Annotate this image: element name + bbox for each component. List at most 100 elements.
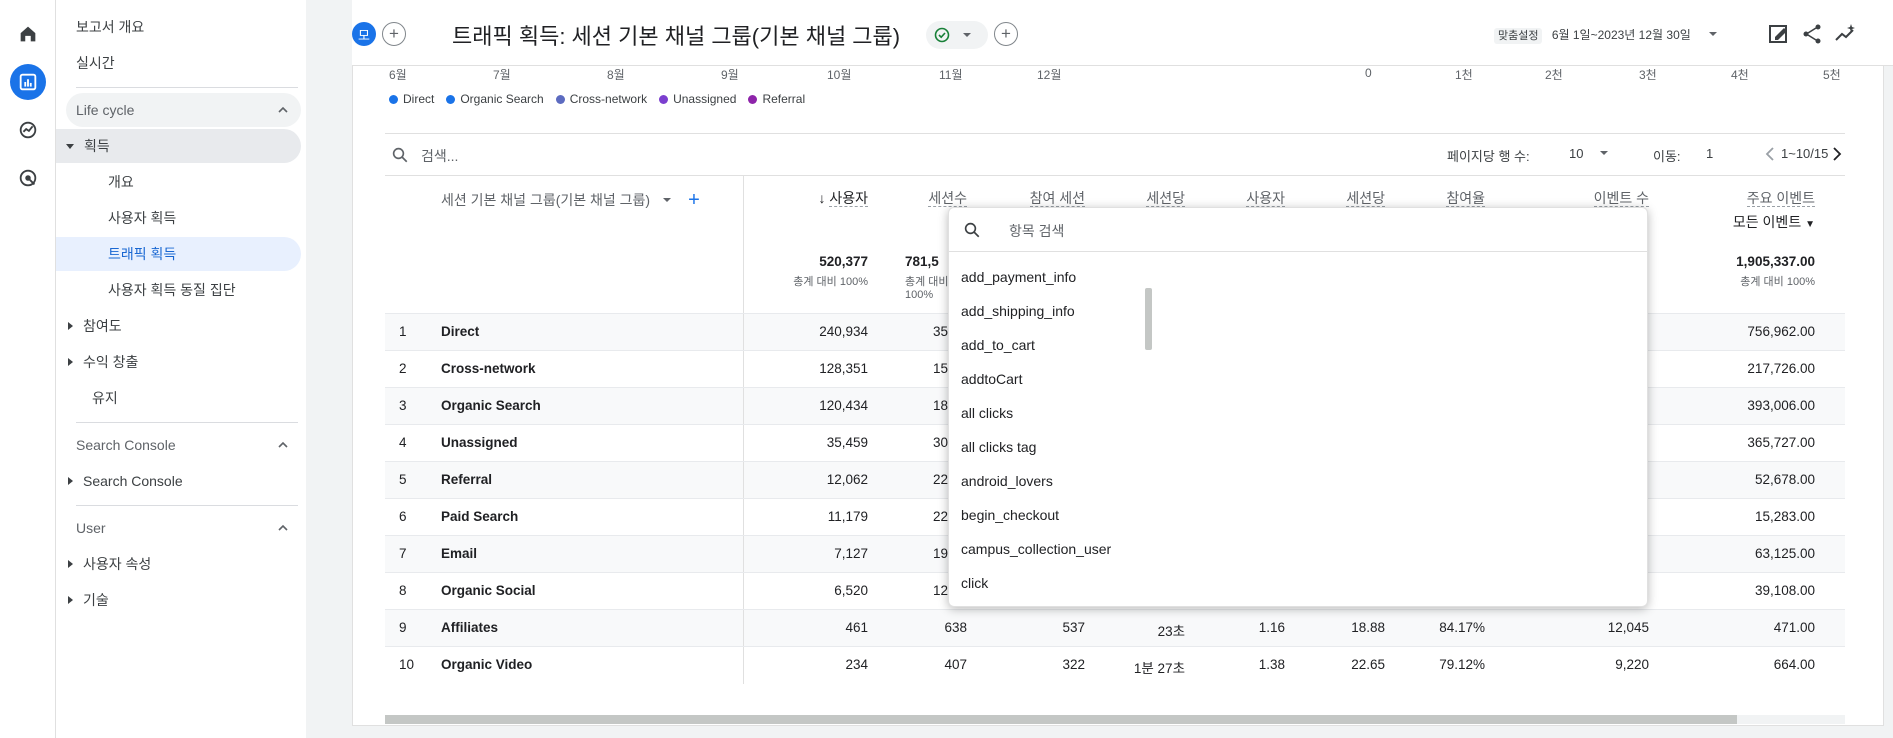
col-header-duration[interactable]: 세션당 — [1105, 188, 1185, 208]
nav-reports-overview[interactable]: 보고서 개요 — [56, 10, 301, 44]
legend-label: Organic Search — [460, 92, 544, 106]
col-header-engaged-sessions[interactable]: 참여 세션 — [985, 188, 1085, 208]
nav-traffic-acquisition[interactable]: 트래픽 획득 — [56, 237, 301, 271]
reports-icon[interactable] — [10, 64, 46, 100]
section-user[interactable]: User — [66, 511, 301, 545]
total-users: 520,377 총계 대비 100% — [780, 254, 868, 289]
dropdown-item[interactable]: campus_collection_user — [949, 532, 1647, 566]
nav-engagement[interactable]: 참여도 — [56, 309, 301, 343]
add-dimension-icon[interactable]: + — [688, 190, 700, 210]
horizontal-scrollbar[interactable] — [385, 715, 1845, 724]
table-search-input[interactable]: 검색... — [421, 146, 458, 166]
cell-users: 240,934 — [819, 324, 868, 339]
rows-per-page-label: 페이지당 행 수: — [1447, 149, 1530, 164]
rows-per-page-select[interactable]: 10 — [1569, 146, 1609, 161]
row-channel[interactable]: Cross-network — [441, 361, 536, 376]
status-dropdown[interactable] — [926, 21, 988, 49]
dropdown-item[interactable]: android_lovers — [949, 464, 1647, 498]
legend-label: Unassigned — [673, 92, 737, 106]
left-rail — [0, 0, 56, 738]
col-header-events-per-session[interactable]: 세션당 — [1305, 188, 1385, 208]
row-rank: 6 — [399, 509, 407, 524]
table-toolbar: 검색... 페이지당 행 수: 10 이동: 1 1~10/15 — [385, 134, 1845, 174]
nav-label: 수익 창출 — [83, 354, 139, 370]
dropdown-scrollbar[interactable] — [1145, 288, 1152, 350]
dropdown-search-input[interactable]: 항목 검색 — [1009, 221, 1064, 241]
col-header-event-count[interactable]: 이벤트 수 — [1545, 188, 1649, 208]
col-header-sessions[interactable]: 세션수 — [885, 188, 967, 208]
col-header-label: 세션당 — [1346, 190, 1385, 207]
nav-tech[interactable]: 기술 — [56, 583, 301, 617]
legend-item[interactable]: Direct — [389, 92, 434, 106]
dropdown-item[interactable]: add_payment_info — [949, 260, 1647, 294]
row-channel[interactable]: Referral — [441, 472, 492, 487]
share-icon[interactable] — [1800, 22, 1824, 46]
dropdown-item[interactable]: begin_checkout — [949, 498, 1647, 532]
caret-right-icon — [68, 560, 73, 568]
dropdown-item[interactable]: add_shipping_info — [949, 294, 1647, 328]
chevron-left-icon[interactable] — [1763, 146, 1779, 162]
nav-user-attributes[interactable]: 사용자 속성 — [56, 547, 301, 581]
row-channel[interactable]: Email — [441, 546, 477, 561]
date-range-picker[interactable]: 맞춤설정 6월 1일~2023년 12월 30일 — [1494, 26, 1718, 44]
row-channel[interactable]: Organic Social — [441, 583, 536, 598]
caret-down-icon — [663, 198, 672, 202]
table-row[interactable]: 10 Organic Video 234 407 322 1분 27초 1.38 22.65 7… — [385, 646, 1845, 684]
dropdown-item[interactable]: add_to_cart — [949, 328, 1647, 362]
row-channel[interactable]: Direct — [441, 324, 479, 339]
cell-users: 120,434 — [819, 398, 868, 413]
section-lifecycle[interactable]: Life cycle — [66, 93, 301, 127]
nav-acquisition[interactable]: 획득 — [56, 129, 301, 163]
col-header-engagement-rate[interactable]: 참여율 — [1405, 188, 1485, 208]
add-filter-button[interactable]: + — [994, 22, 1018, 46]
cell-spu: 1.38 — [1258, 657, 1285, 672]
col-header-key-events[interactable]: 주요 이벤트 모든 이벤트 ▼ — [1685, 188, 1815, 232]
comparison-avatar[interactable]: 모 — [352, 22, 376, 46]
goto-input[interactable]: 1 — [1706, 146, 1713, 161]
insights-icon[interactable] — [1833, 22, 1857, 46]
total-value: 1,905,337.00 — [1736, 254, 1815, 269]
divider — [743, 573, 744, 610]
advertising-icon[interactable] — [10, 160, 46, 196]
report-nav: 보고서 개요 실시간 Life cycle 획득 개요 사용자 획득 트래픽 획… — [56, 0, 306, 738]
scrollbar-thumb[interactable] — [385, 715, 1737, 724]
dropdown-item[interactable]: addtoCart — [949, 362, 1647, 396]
legend-dot — [446, 94, 456, 104]
row-channel[interactable]: Paid Search — [441, 509, 518, 524]
legend-item[interactable]: Cross-network — [555, 92, 647, 106]
table-row[interactable]: 9 Affiliates 461 638 537 23초 1.16 18.88 84.17% 12… — [385, 609, 1845, 647]
nav-retention[interactable]: 유지 — [56, 381, 301, 415]
dropdown-item[interactable]: click — [949, 566, 1647, 600]
dropdown-item[interactable]: all clicks — [949, 396, 1647, 430]
chevron-right-icon[interactable] — [1829, 146, 1845, 162]
col-header-sessions-per-user[interactable]: 사용자 — [1205, 188, 1285, 208]
legend-item[interactable]: Referral — [748, 92, 805, 106]
divider — [743, 425, 744, 462]
nav-search-console[interactable]: Search Console — [56, 464, 301, 498]
nav-realtime[interactable]: 실시간 — [56, 46, 301, 80]
dimension-selector[interactable]: 세션 기본 채널 그룹(기본 채널 그룹) + — [441, 190, 700, 210]
row-channel[interactable]: Affiliates — [441, 620, 498, 635]
nav-acquisition-overview[interactable]: 개요 — [56, 165, 301, 199]
nav-user-acquisition[interactable]: 사용자 획득 — [56, 201, 301, 235]
customize-report-icon[interactable] — [1767, 22, 1791, 46]
row-channel[interactable]: Organic Video — [441, 657, 532, 672]
nav-user-acquisition-cohort[interactable]: 사용자 획득 동질 집단 — [56, 273, 301, 307]
chevron-up-icon — [278, 441, 288, 448]
legend-item[interactable]: Organic Search — [446, 92, 544, 106]
add-comparison-button[interactable]: + — [382, 22, 406, 46]
col-header-users[interactable]: ↓ 사용자 — [780, 188, 868, 208]
row-channel[interactable]: Organic Search — [441, 398, 541, 413]
dropdown-item[interactable]: all clicks tag — [949, 430, 1647, 464]
key-event-filter[interactable]: 모든 이벤트 ▼ — [1685, 212, 1815, 232]
col-header-label: 참여 세션 — [1029, 190, 1085, 207]
explore-icon[interactable] — [10, 112, 46, 148]
cell-key-events: 15,283.00 — [1754, 509, 1815, 524]
row-channel[interactable]: Unassigned — [441, 435, 518, 450]
home-icon[interactable] — [10, 16, 46, 52]
date-range: 6월 1일~2023년 12월 30일 — [1551, 28, 1691, 42]
legend-item[interactable]: Unassigned — [659, 92, 736, 106]
section-search-console[interactable]: Search Console — [66, 428, 301, 462]
legend-dot — [555, 94, 565, 104]
nav-monetization[interactable]: 수익 창출 — [56, 345, 301, 379]
